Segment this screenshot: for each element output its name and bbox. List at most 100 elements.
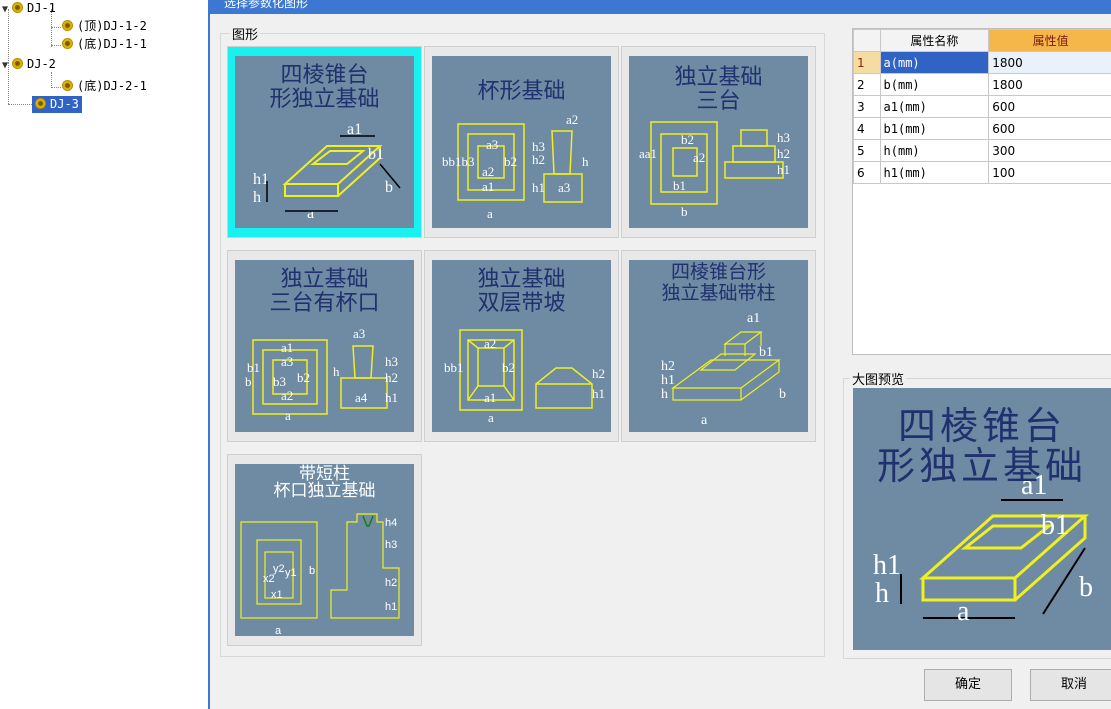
property-value[interactable]: 600 [988, 95, 1111, 118]
svg-text:a1: a1 [747, 311, 760, 326]
property-value-header[interactable]: 属性值 [988, 29, 1111, 52]
svg-text:b: b [245, 374, 252, 389]
property-header-row: 属性名称 属性值 [853, 29, 1111, 52]
svg-text:b1: b1 [247, 360, 260, 375]
tree-item-dj-3[interactable]: DJ-3 [32, 96, 82, 113]
property-name[interactable]: a1(mm) [879, 95, 990, 118]
property-value[interactable]: 1800 [988, 73, 1111, 96]
shape-tile-cup-foundation[interactable]: 杯形基础 a3 bb1b3 b2 a2 a1 a a2 h3 h2 h h1 a3 [424, 46, 619, 238]
svg-text:b: b [309, 565, 315, 577]
svg-text:h1: h1 [532, 180, 545, 195]
svg-text:h: h [333, 364, 340, 379]
svg-text:b2: b2 [297, 370, 310, 385]
svg-text:a: a [285, 408, 291, 423]
svg-text:a: a [957, 596, 970, 627]
three-step-cup-drawing: a1 b1 a3 b3 b2 a2 b a a3 h h3h2 a4 h1 [245, 326, 398, 423]
property-value[interactable]: 600 [988, 117, 1111, 140]
svg-text:b: b [1079, 572, 1093, 603]
table-row[interactable]: 1 a(mm) 1800 [853, 51, 1111, 74]
property-value[interactable]: 300 [988, 139, 1111, 162]
table-row[interactable]: 4 b1(mm) 600 [853, 117, 1111, 140]
shape-thumbnail: 杯形基础 a3 bb1b3 b2 a2 a1 a a2 h3 h2 h h1 a3 [432, 56, 611, 228]
gear-icon [12, 58, 23, 69]
chevron-down-icon[interactable]: ▼ [2, 57, 12, 74]
select-shape-dialog: 图形 四棱锥台 形独立基础 a1 b1 h1 h ab 杯形基础 a3 bb1b… [210, 14, 1111, 709]
property-name[interactable]: h(mm) [879, 139, 990, 162]
svg-text:aa1: aa1 [639, 146, 657, 161]
chevron-down-icon[interactable]: ▼ [2, 1, 12, 18]
tree-item-label: (底)DJ-1-1 [77, 37, 147, 51]
table-row[interactable]: 3 a1(mm) 600 [853, 95, 1111, 118]
cancel-button[interactable]: 取消 [1030, 669, 1111, 701]
shape-tile-double-slope[interactable]: 独立基础 双层带坡 a2 bb1 b2 a1 a h2 h1 [424, 250, 619, 442]
svg-text:y2: y2 [273, 563, 285, 575]
tree-item-dj-1-1[interactable]: (底)DJ-1-1 [62, 36, 147, 53]
property-value[interactable]: 1800 [988, 51, 1111, 74]
svg-text:b2: b2 [681, 132, 694, 147]
svg-text:h: h [582, 154, 589, 169]
table-row[interactable]: 6 h1(mm) 100 [853, 161, 1111, 184]
gear-icon [62, 38, 73, 49]
frustum-with-column-drawing: a1 b1 h2h1h b a [661, 311, 786, 428]
double-slope-drawing: a2 bb1 b2 a1 a h2 h1 [444, 329, 605, 425]
property-name-header[interactable]: 属性名称 [879, 29, 990, 52]
property-grid[interactable]: 属性名称 属性值 1 a(mm) 1800 2 b(mm) 1800 3 a1(… [852, 28, 1111, 355]
svg-text:b3: b3 [273, 374, 286, 389]
table-row[interactable]: 5 h(mm) 300 [853, 139, 1111, 162]
row-index: 3 [853, 95, 881, 118]
shape-tile-frustum-with-column[interactable]: 四棱锥台形 独立基础带柱 a1 b1 h2 h1 h ba [621, 250, 816, 442]
preview-title: 四棱锥台 形独立基础 [876, 404, 1087, 488]
svg-text:a3: a3 [558, 180, 570, 195]
row-index: 5 [853, 139, 881, 162]
tree-item-label: (顶)DJ-1-2 [77, 19, 147, 33]
gear-icon [35, 98, 46, 109]
cup-foundation-drawing: a3bb1b3 b2 a2a1a a2h3h2 hh1 a3 [442, 112, 589, 221]
property-name[interactable]: h1(mm) [879, 161, 990, 184]
tree-item-dj-1[interactable]: ▼ DJ-1 [2, 0, 56, 17]
svg-text:b1: b1 [673, 178, 686, 193]
svg-text:h2: h2 [385, 577, 397, 589]
property-name[interactable]: b(mm) [879, 73, 990, 96]
svg-text:a: a [275, 625, 282, 636]
svg-text:h2: h2 [661, 359, 675, 374]
row-index: 6 [853, 161, 881, 184]
svg-text:b: b [385, 179, 393, 196]
svg-text:h: h [253, 189, 261, 206]
gear-icon [12, 2, 23, 13]
svg-text:a3: a3 [281, 354, 293, 369]
shape-thumbnail: 四棱锥台形 独立基础带柱 a1 b1 h2 h1 h ba [629, 260, 808, 432]
svg-text:h3: h3 [385, 539, 397, 551]
shape-tile-pyramid-frustum[interactable]: 四棱锥台 形独立基础 a1 b1 h1 h ab [227, 46, 422, 238]
tree-item-dj-1-2[interactable]: (顶)DJ-1-2 [62, 18, 147, 35]
svg-text:h1: h1 [385, 390, 398, 405]
shape-tile-three-step[interactable]: 独立基础 三台 aa1 b2 a2 b1 b h3 h2 h1 [621, 46, 816, 238]
svg-text:b: b [779, 387, 786, 402]
svg-text:h3: h3 [777, 130, 790, 145]
tree-item-dj-2-1[interactable]: (底)DJ-2-1 [62, 78, 147, 95]
svg-text:a2: a2 [482, 164, 494, 179]
tree-item-label: DJ-2 [27, 57, 56, 71]
three-step-drawing: aa1 b2 a2 b1 b h3h2h1 [639, 121, 790, 219]
component-tree: ▼ DJ-1 (顶)DJ-1-2 (底)DJ-1-1 ▼ DJ-2 (底)DJ-2-… [0, 0, 208, 709]
shape-tile-short-column-cup[interactable]: 带短柱 杯口独立基础 x2 y2 y1 x1 b a h4 h3 h2 h1 [227, 454, 422, 646]
tree-item-dj-2[interactable]: ▼ DJ-2 [2, 56, 56, 73]
dialog-title: 选择参数化图形 [224, 0, 309, 10]
svg-text:bb1: bb1 [444, 360, 464, 375]
row-index: 2 [853, 73, 881, 96]
row-index: 4 [853, 117, 881, 140]
table-row[interactable]: 2 b(mm) 1800 [853, 73, 1111, 96]
shape-thumbnail: 带短柱 杯口独立基础 x2 y2 y1 x1 b a h4 h3 h2 h1 [235, 464, 414, 636]
large-preview: 四棱锥台 形独立基础 a1 b1 h1 h ab [853, 388, 1111, 650]
property-name[interactable]: b1(mm) [879, 117, 990, 140]
ok-button[interactable]: 确定 [924, 669, 1012, 701]
svg-text:a2: a2 [566, 112, 578, 127]
property-name[interactable]: a(mm) [879, 51, 990, 74]
dialog-titlebar[interactable]: 选择参数化图形 [210, 0, 1111, 14]
svg-text:a1: a1 [281, 340, 293, 355]
property-value[interactable]: 100 [988, 161, 1111, 184]
shape-tile-three-step-cup[interactable]: 独立基础 三台有杯口 a1 b1 a3 b3 b2 a2 b a a3 h h3 h2 a4 h1 [227, 250, 422, 442]
svg-text:b2: b2 [502, 360, 515, 375]
shape-thumbnail: 四棱锥台 形独立基础 a1 b1 h1 h ab [235, 56, 414, 228]
svg-text:h: h [661, 387, 668, 402]
tree-item-label: DJ-3 [50, 97, 79, 111]
